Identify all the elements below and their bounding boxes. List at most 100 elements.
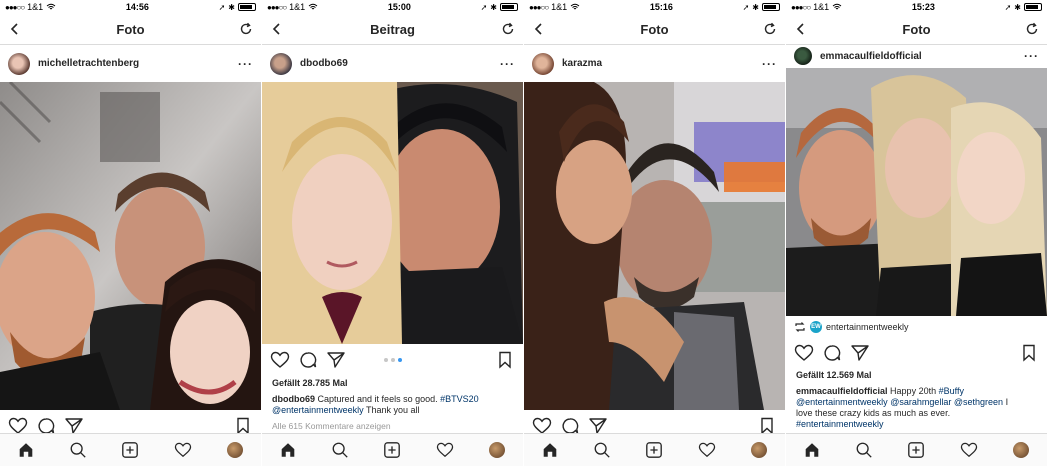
caption-text: Happy 20th [890,386,937,396]
like-button[interactable] [270,351,290,369]
post-photo[interactable] [786,68,1047,316]
view-comments-link[interactable]: Alle 615 Kommentare anzeigen [272,421,391,431]
tab-add[interactable] [381,439,403,461]
caption-hashtag[interactable]: #Buffy [939,386,964,396]
tab-search[interactable] [67,439,89,461]
caption-mention[interactable]: @entertainmentweekly [272,405,364,415]
tab-search[interactable] [591,439,613,461]
username[interactable]: emmacaulfieldofficial [820,51,1016,62]
comment-button[interactable] [822,344,842,362]
tab-add[interactable] [119,439,141,461]
save-button[interactable] [1019,344,1039,362]
signal-dots-icon: ●●●○○ [267,2,287,12]
save-button[interactable] [495,351,515,369]
refresh-button[interactable] [501,22,515,36]
username[interactable]: dbodbo69 [300,58,492,69]
tab-profile[interactable] [748,439,770,461]
comment-button[interactable] [298,351,318,369]
back-button[interactable] [532,22,546,36]
add-post-icon [383,441,401,459]
share-button[interactable] [326,351,346,369]
status-bar: ●●●○○ 1&1 14:56 ➚ ✱ [0,0,261,14]
more-options-button[interactable]: ··· [1024,49,1039,63]
caption-mention[interactable]: @entertainmentweekly [796,397,888,407]
clock: 14:56 [125,2,149,12]
like-count[interactable]: Gefällt 12.569 Mal [796,370,872,380]
carrier-label: 1&1 [813,2,830,12]
back-button[interactable] [8,22,22,36]
tab-home[interactable] [277,439,299,461]
caption-mention[interactable]: @sethgreen [954,397,1003,407]
profile-avatar [488,442,505,458]
back-button[interactable] [794,22,808,36]
profile-avatar [226,442,243,458]
repost-icon [794,322,806,332]
refresh-icon [763,22,777,36]
screen-panel-1: ●●●○○ 1&1 14:56 ➚ ✱ Foto michelletrachtenb… [0,0,261,466]
post-photo[interactable] [0,82,261,410]
tab-home[interactable] [539,439,561,461]
tab-search[interactable] [853,439,875,461]
caption-username[interactable]: emmacaulfieldofficial [796,386,888,396]
repost-username[interactable]: entertainmentweekly [826,322,909,332]
more-options-button[interactable]: ··· [500,57,515,71]
clock: 15:00 [387,2,411,12]
tab-activity[interactable] [696,439,718,461]
home-icon [279,441,297,459]
page-title: Foto [640,21,669,37]
caption-hashtag[interactable]: #BTVS20 [440,394,479,404]
post-header: michelletrachtenberg ··· [0,45,261,82]
caption-hashtag[interactable]: #entertainmentweekly [796,419,884,429]
back-button[interactable] [270,22,284,36]
carousel-pager [383,358,402,362]
caption-username[interactable]: dbodbo69 [272,394,315,404]
tab-activity[interactable] [434,439,456,461]
direct-share-icon [326,351,346,369]
nav-bar: Foto [524,14,785,45]
carrier-label: 1&1 [289,2,306,12]
tab-bar [0,433,261,466]
battery-icon [500,3,518,11]
refresh-button[interactable] [1025,22,1039,36]
tab-bar [786,433,1047,466]
post-photo[interactable] [524,82,785,410]
battery-icon [762,3,780,11]
search-icon [593,441,611,459]
refresh-button[interactable] [763,22,777,36]
tab-add[interactable] [643,439,665,461]
more-options-button[interactable]: ··· [238,57,253,71]
tab-add[interactable] [905,439,927,461]
username[interactable]: michelletrachtenberg [38,58,230,69]
tab-activity[interactable] [958,439,980,461]
location-icon: ➚ [480,2,488,12]
avatar[interactable] [794,47,812,65]
carrier-label: 1&1 [551,2,568,12]
refresh-button[interactable] [239,22,253,36]
bluetooth-icon: ✱ [752,2,759,12]
more-options-button[interactable]: ··· [762,57,777,71]
tab-profile[interactable] [224,439,246,461]
signal-dots-icon: ●●●○○ [791,2,811,12]
share-button[interactable] [850,344,870,362]
avatar[interactable] [532,52,554,75]
tab-home[interactable] [801,439,823,461]
page-title: Foto [902,21,931,37]
battery-icon [238,3,256,11]
post-photo[interactable] [262,82,523,344]
tab-search[interactable] [329,439,351,461]
avatar[interactable] [8,52,30,75]
avatar[interactable] [270,52,292,75]
location-icon: ➚ [742,2,750,12]
like-count[interactable]: Gefällt 28.785 Mal [272,378,348,388]
tab-profile[interactable] [1010,439,1032,461]
username[interactable]: karazma [562,58,754,69]
tab-home[interactable] [15,439,37,461]
caption-mention[interactable]: @sarahmgellar [890,397,951,407]
chevron-left-icon [271,23,283,35]
tab-profile[interactable] [486,439,508,461]
repost-attribution[interactable]: EW entertainmentweekly [786,316,1047,338]
signal-dots-icon: ●●●○○ [5,2,25,12]
refresh-icon [501,22,515,36]
tab-activity[interactable] [172,439,194,461]
like-button[interactable] [794,344,814,362]
